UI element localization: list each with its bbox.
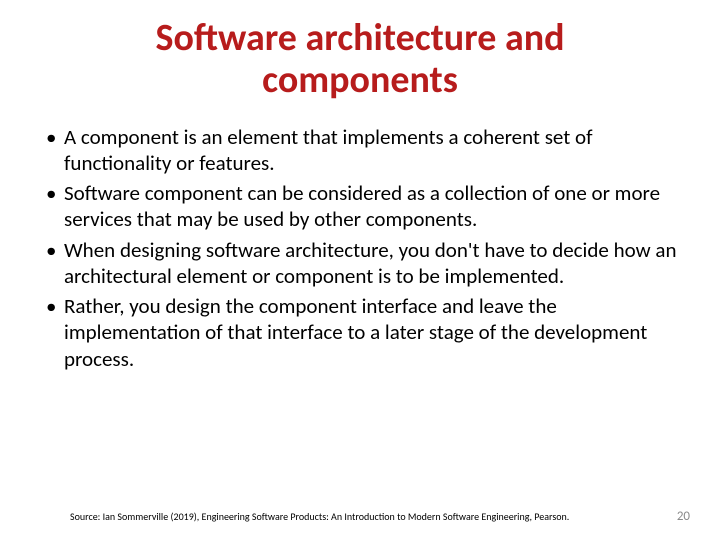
list-item: Rather, you design the component interfa…: [42, 293, 690, 372]
page-number: 20: [677, 509, 690, 524]
source-citation: Source: Ian Sommerville (2019), Engineer…: [70, 510, 569, 523]
slide-footer: Source: Ian Sommerville (2019), Engineer…: [0, 509, 720, 524]
slide: Software architecture and components A c…: [0, 0, 720, 540]
list-item: A component is an element that implement…: [42, 124, 690, 177]
list-item: Software component can be considered as …: [42, 180, 690, 233]
bullet-list: A component is an element that implement…: [30, 124, 690, 372]
slide-title: Software architecture and components: [30, 18, 690, 102]
list-item: When designing software architecture, yo…: [42, 237, 690, 290]
